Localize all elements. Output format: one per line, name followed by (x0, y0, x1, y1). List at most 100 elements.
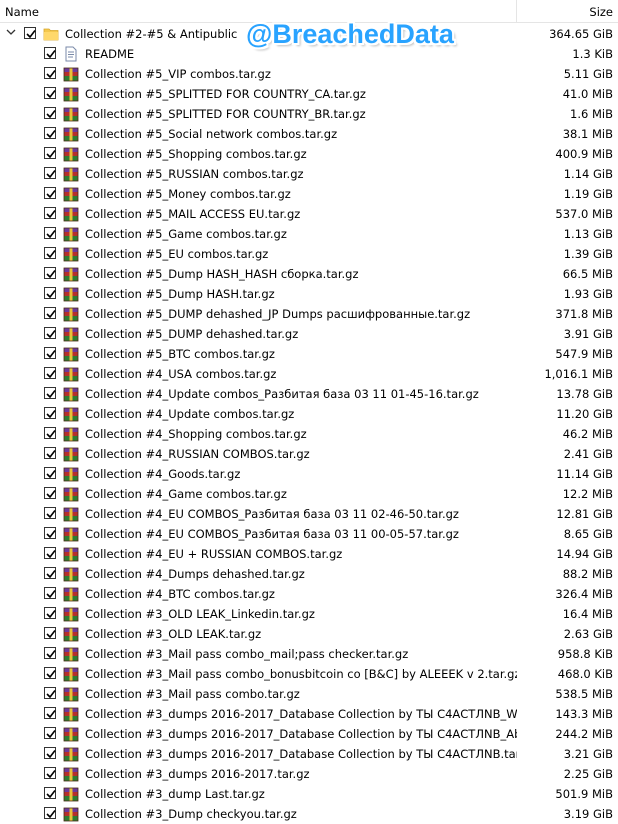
file-checkbox[interactable] (44, 567, 56, 579)
tree-row-file[interactable]: Collection #4_BTC combos.tar.gz 326.4 MiB (0, 584, 618, 604)
file-checkbox[interactable] (44, 367, 56, 379)
file-checkbox[interactable] (44, 527, 56, 539)
file-checkbox[interactable] (44, 327, 56, 339)
file-checkbox[interactable] (44, 707, 56, 719)
tree-row-file[interactable]: Collection #4_EU + RUSSIAN COMBOS.tar.gz… (0, 544, 618, 564)
tree-row-file[interactable]: Collection #5_BTC combos.tar.gz 547.9 MiB (0, 344, 618, 364)
tree-row-file[interactable]: Collection #3_dump Last.tar.gz 501.9 MiB (0, 784, 618, 804)
tree-row-file[interactable]: Collection #5_Social network combos.tar.… (0, 124, 618, 144)
tree-row-file[interactable]: Collection #5_VIP combos.tar.gz 5.11 GiB (0, 64, 618, 84)
tree-row-file[interactable]: Collection #4_USA combos.tar.gz 1,016.1 M… (0, 364, 618, 384)
tree-row-file[interactable]: Collection #3_dumps 2016-2017_Database C… (0, 724, 618, 744)
folder-icon (43, 28, 59, 41)
tree-row-file[interactable]: Collection #4_Update combos.tar.gz 11.20 … (0, 404, 618, 424)
file-name: Collection #5_RUSSIAN combos.tar.gz (85, 167, 304, 181)
tree-row-file[interactable]: Collection #5_MAIL ACCESS EU.tar.gz 537.0… (0, 204, 618, 224)
tree-row-file[interactable]: Collection #5_Shopping combos.tar.gz 400.… (0, 144, 618, 164)
tree-row-file[interactable]: Collection #3_Dump checkyou.tar.gz 3.19 G… (0, 804, 618, 824)
tree-row-file[interactable]: Collection #5_EU combos.tar.gz 1.39 GiB (0, 244, 618, 264)
tree-row-file[interactable]: Collection #3_Mail pass combo_mail;pass … (0, 644, 618, 664)
file-size: 2.41 GiB (563, 447, 613, 461)
tree-row-root[interactable]: Collection #2-#5 & Antipublic 364.65 GiB (0, 24, 618, 44)
file-checkbox[interactable] (44, 647, 56, 659)
archive-icon (63, 607, 79, 622)
tree-row-file[interactable]: Collection #3_OLD LEAK_Linkedin.tar.gz 16… (0, 604, 618, 624)
file-checkbox[interactable] (44, 807, 56, 819)
column-divider[interactable] (516, 0, 517, 23)
tree-row-file[interactable]: Collection #3_Mail pass combo.tar.gz 538.… (0, 684, 618, 704)
tree-row-file[interactable]: Collection #5_Money combos.tar.gz 1.19 Gi… (0, 184, 618, 204)
tree-row-file[interactable]: Collection #3_dumps 2016-2017_Database C… (0, 704, 618, 724)
file-checkbox[interactable] (44, 147, 56, 159)
tree-row-file[interactable]: Collection #4_EU COMBOS_Разбитая база 03… (0, 504, 618, 524)
file-checkbox[interactable] (44, 127, 56, 139)
file-checkbox[interactable] (44, 507, 56, 519)
file-checkbox[interactable] (44, 407, 56, 419)
tree-row-file[interactable]: Collection #5_DUMP dehashed.tar.gz 3.91 G… (0, 324, 618, 344)
file-checkbox[interactable] (44, 787, 56, 799)
tree-row-file[interactable]: Collection #3_dumps 2016-2017_Database C… (0, 744, 618, 764)
tree-row-file[interactable]: Collection #4_Shopping combos.tar.gz 46.2… (0, 424, 618, 444)
file-size: 2.63 GiB (563, 627, 613, 641)
tree-row-file[interactable]: Collection #5_Game combos.tar.gz 1.13 GiB (0, 224, 618, 244)
tree-row-file[interactable]: Collection #5_Dump HASH_HASH сборка.tar.… (0, 264, 618, 284)
file-checkbox[interactable] (44, 347, 56, 359)
file-checkbox[interactable] (44, 307, 56, 319)
tree-row-file[interactable]: README 1.3 KiB (0, 44, 618, 64)
file-name: Collection #5_MAIL ACCESS EU.tar.gz (85, 207, 301, 221)
column-header-name[interactable]: Name (5, 5, 39, 19)
file-checkbox[interactable] (44, 287, 56, 299)
file-checkbox[interactable] (44, 607, 56, 619)
file-checkbox[interactable] (44, 687, 56, 699)
tree-row-file[interactable]: Collection #5_Dump HASH.tar.gz 1.93 GiB (0, 284, 618, 304)
tree-row-file[interactable]: Collection #3_dumps 2016-2017.tar.gz 2.25… (0, 764, 618, 784)
file-checkbox[interactable] (44, 187, 56, 199)
file-checkbox[interactable] (44, 747, 56, 759)
file-checkbox[interactable] (44, 727, 56, 739)
tree-row-file[interactable]: Collection #5_DUMP dehashed_JP Dumps рас… (0, 304, 618, 324)
root-checkbox[interactable] (24, 27, 36, 39)
file-checkbox[interactable] (44, 47, 56, 59)
file-size: 5.11 GiB (563, 67, 613, 81)
file-checkbox[interactable] (44, 487, 56, 499)
file-checkbox[interactable] (44, 447, 56, 459)
file-checkbox[interactable] (44, 587, 56, 599)
archive-icon (63, 247, 79, 262)
file-checkbox[interactable] (44, 67, 56, 79)
file-checkbox[interactable] (44, 547, 56, 559)
tree-row-file[interactable]: Collection #5_SPLITTED FOR COUNTRY_CA.ta… (0, 84, 618, 104)
file-name: Collection #5_Social network combos.tar.… (85, 127, 338, 141)
file-checkbox[interactable] (44, 227, 56, 239)
file-checkbox[interactable] (44, 267, 56, 279)
file-checkbox[interactable] (44, 387, 56, 399)
file-checkbox[interactable] (44, 167, 56, 179)
root-folder-label: Collection #2-#5 & Antipublic (65, 27, 238, 41)
tree-row-file[interactable]: Collection #3_OLD LEAK.tar.gz 2.63 GiB (0, 624, 618, 644)
file-checkbox[interactable] (44, 107, 56, 119)
file-checkbox[interactable] (44, 767, 56, 779)
tree-row-file[interactable]: Collection #5_RUSSIAN combos.tar.gz 1.14 … (0, 164, 618, 184)
tree-row-file[interactable]: Collection #4_EU COMBOS_Разбитая база 03… (0, 524, 618, 544)
tree-row-file[interactable]: Collection #4_Game combos.tar.gz 12.2 MiB (0, 484, 618, 504)
tree-row-file[interactable]: Collection #5_SPLITTED FOR COUNTRY_BR.ta… (0, 104, 618, 124)
file-size: 143.3 MiB (555, 707, 613, 721)
file-checkbox[interactable] (44, 247, 56, 259)
file-size: 958.8 KiB (557, 647, 613, 661)
column-header-size[interactable]: Size (589, 5, 613, 19)
tree-row-file[interactable]: Collection #4_Dumps dehashed.tar.gz 88.2 … (0, 564, 618, 584)
archive-icon (63, 227, 79, 242)
file-name: README (85, 47, 135, 61)
tree-row-file[interactable]: Collection #4_Goods.tar.gz 11.14 GiB (0, 464, 618, 484)
chevron-down-icon[interactable] (6, 27, 16, 37)
tree-row-file[interactable]: Collection #3_Mail pass combo_bonusbitco… (0, 664, 618, 684)
file-checkbox[interactable] (44, 87, 56, 99)
file-checkbox[interactable] (44, 467, 56, 479)
archive-icon (63, 267, 79, 282)
file-name: Collection #5_DUMP dehashed.tar.gz (85, 327, 299, 341)
file-checkbox[interactable] (44, 627, 56, 639)
file-checkbox[interactable] (44, 207, 56, 219)
file-checkbox[interactable] (44, 427, 56, 439)
tree-row-file[interactable]: Collection #4_Update combos_Разбитая баз… (0, 384, 618, 404)
file-checkbox[interactable] (44, 667, 56, 679)
tree-row-file[interactable]: Collection #4_RUSSIAN COMBOS.tar.gz 2.41 … (0, 444, 618, 464)
